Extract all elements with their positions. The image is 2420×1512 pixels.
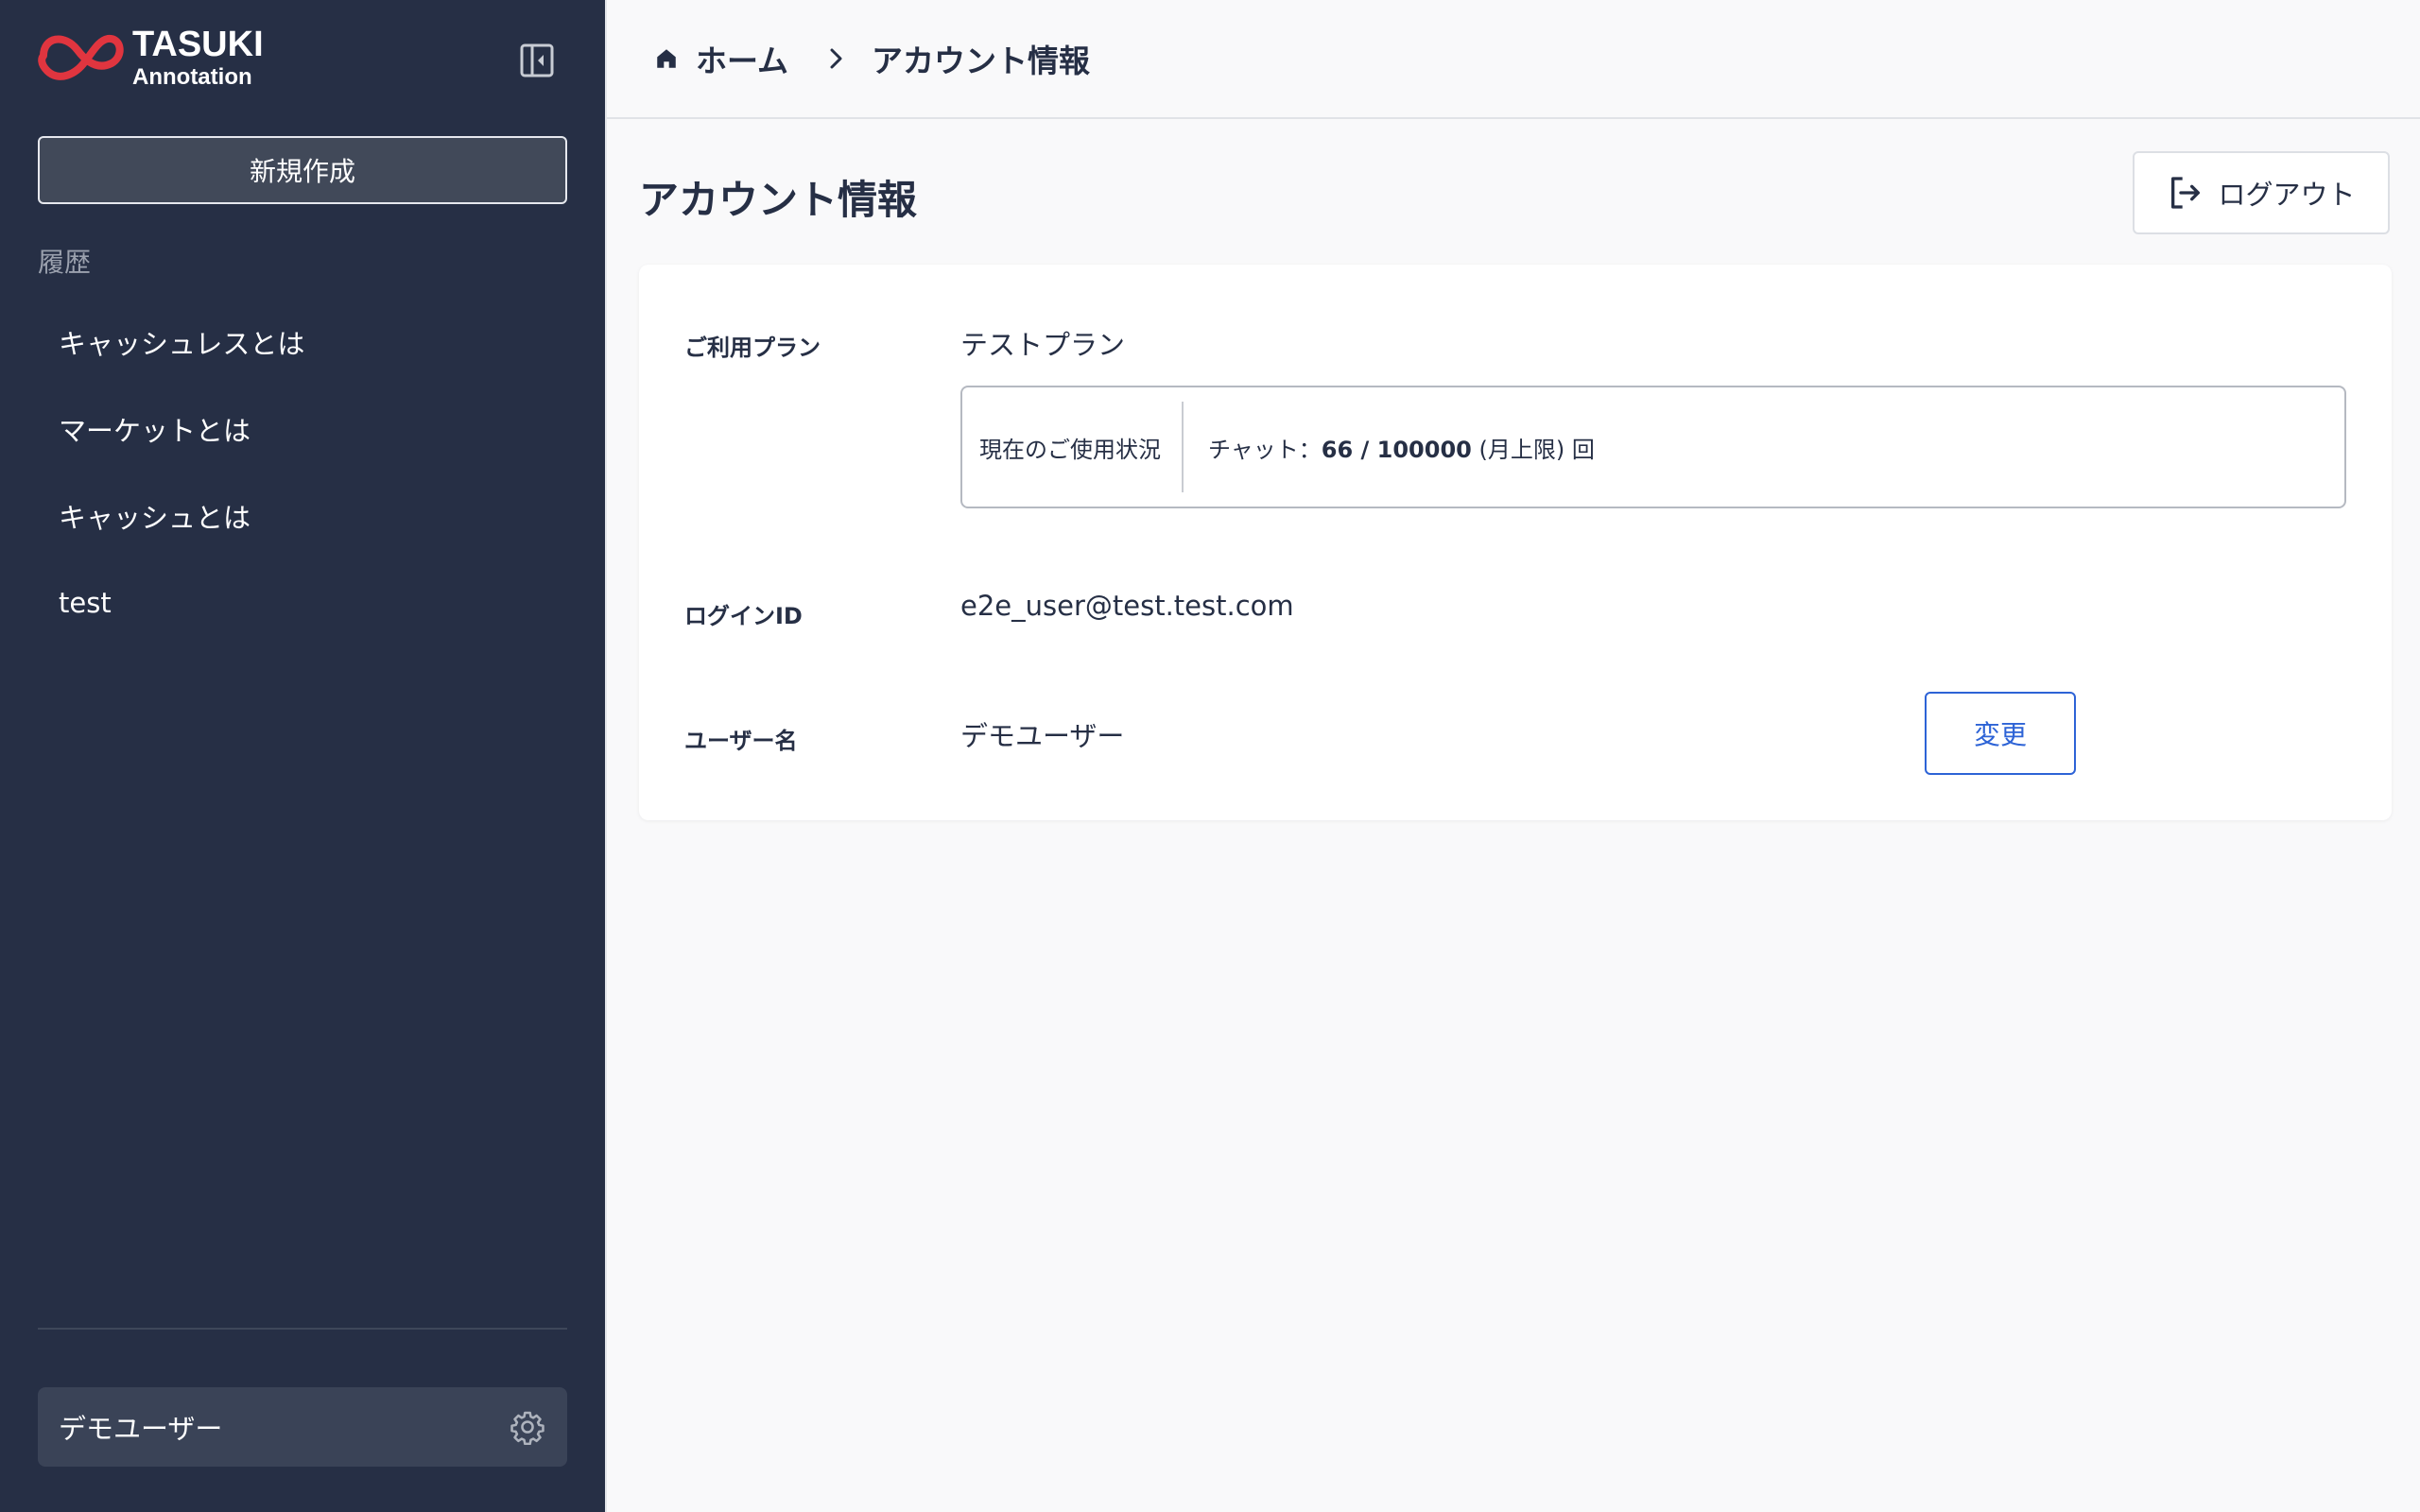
username-label: ユーザー名 [684, 728, 798, 754]
logo-title: TASUKI [132, 25, 264, 64]
history-list: キャッシュレスとは マーケットとは キャッシュとは test [38, 299, 567, 646]
main-content: ホーム アカウント情報 アカウント情報 ログアウト ご利用プラン テストプラン [605, 0, 2420, 1512]
sidebar: TASUKI Annotation 新規作成 履歴 キャッシュレスとは マーケッ… [0, 0, 605, 1512]
sidebar-collapse-icon [520, 43, 554, 77]
chevron-right-icon [826, 46, 847, 71]
gear-icon[interactable] [509, 1408, 546, 1446]
breadcrumb-home[interactable]: ホーム [654, 36, 788, 81]
breadcrumb: ホーム アカウント情報 [654, 36, 1090, 81]
logout-icon [2171, 177, 2201, 209]
breadcrumb-home-label: ホーム [696, 43, 789, 79]
sidebar-user-name: デモユーザー [59, 1413, 223, 1445]
change-username-button[interactable]: 変更 [1925, 692, 2076, 775]
history-label: 履歴 [38, 247, 92, 278]
usage-suffix: (月上限) 回 [1471, 436, 1595, 463]
new-chat-button[interactable]: 新規作成 [38, 136, 567, 204]
plan-value: テストプラン [960, 329, 1126, 361]
history-item[interactable]: キャッシュレスとは [38, 299, 567, 386]
top-bar: ホーム アカウント情報 [607, 0, 2420, 119]
sidebar-collapse-button[interactable] [518, 42, 556, 79]
logout-label: ログアウト [2218, 179, 2356, 211]
history-item[interactable]: test [38, 559, 567, 646]
tasuki-logo-icon [38, 34, 124, 80]
usage-count: 66 / 100000 [1321, 436, 1472, 463]
usage-text: チャット：66 / 100000 (月上限) 回 [1184, 431, 1595, 464]
login-id-label: ログインID [684, 603, 803, 629]
logout-button[interactable]: ログアウト [2133, 151, 2390, 234]
username-value: デモユーザー [960, 720, 1125, 752]
app-logo[interactable]: TASUKI Annotation [36, 26, 264, 89]
usage-prefix: チャット： [1208, 436, 1322, 463]
usage-label: 現在のご使用状況 [979, 436, 1161, 463]
plan-label: ご利用プラン [684, 335, 821, 361]
history-item[interactable]: キャッシュとは [38, 472, 567, 559]
page-title: アカウント情報 [639, 177, 918, 223]
history-item[interactable]: マーケットとは [38, 386, 567, 472]
account-info-card: ご利用プラン テストプラン 現在のご使用状況 チャット：66 / 100000 … [639, 265, 2392, 820]
home-icon [657, 49, 676, 68]
breadcrumb-current: アカウント情報 [872, 43, 1091, 79]
sidebar-divider [38, 1328, 567, 1330]
usage-status-box: 現在のご使用状況 チャット：66 / 100000 (月上限) 回 [960, 386, 2346, 508]
user-menu-button[interactable]: デモユーザー [38, 1387, 567, 1467]
logo-subtitle: Annotation [132, 64, 252, 90]
login-id-value: e2e_user@test.test.com [960, 590, 1294, 622]
